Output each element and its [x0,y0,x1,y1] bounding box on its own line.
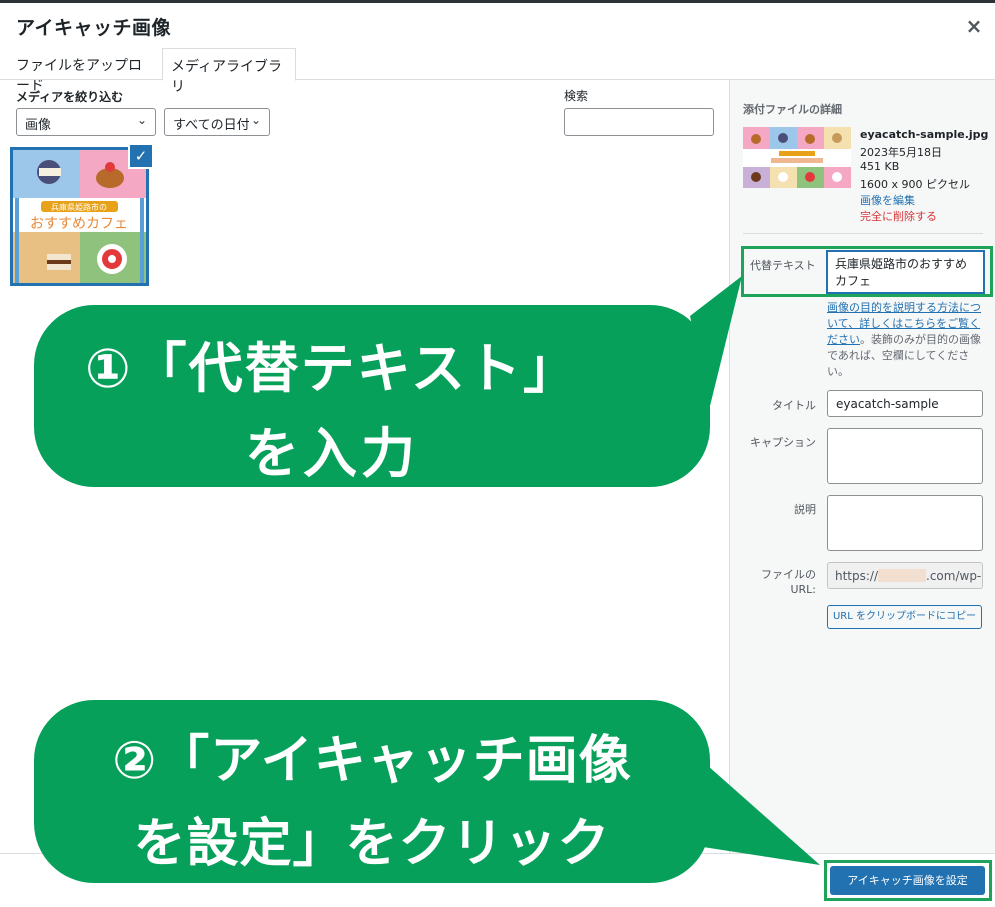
callout-2-pointer [690,750,820,865]
caption-label: キャプション [750,436,816,449]
caption-field[interactable] [827,428,983,484]
callout-1-line-2: を入力 [245,422,419,485]
media-type-value: 画像 [25,118,52,133]
description-field[interactable] [827,495,983,551]
search-input[interactable] [564,108,714,136]
top-border [0,0,995,3]
details-filename: eyacatch-sample.jpg [860,128,989,141]
alt-text-help: 画像の目的を説明する方法について、詳しくはこちらをご覧ください。装飾のみが目的の… [827,300,985,380]
date-filter-select[interactable]: すべての日付 ⌄ [164,108,270,136]
modal-title: アイキャッチ画像 [16,17,172,39]
file-url-label: ファイルの URL: [761,568,816,596]
callout-step-1: ①「代替テキスト」 を入力 [34,305,710,487]
file-url-field[interactable]: https:// .com/wp- [827,562,983,589]
thumbnail-title-text: おすすめカフェ [30,216,128,232]
redacted-domain [878,569,927,582]
eyecatch-image: 兵庫県姫路市の おすすめカフェ [13,150,146,283]
delete-permanently-link[interactable]: 完全に削除する [860,208,937,224]
alt-text-value: 兵庫県姫路市のおすすめカフェ [835,257,968,288]
copy-url-button[interactable]: URL をクリップボードにコピー [827,605,982,629]
callout-2-line-1: ②「アイキャッチ画像 [112,731,632,791]
callout-2-line-2: を設定」をクリック [133,814,611,874]
thumbnail-badge-text: 兵庫県姫路市の [51,202,107,212]
chevron-down-icon: ⌄ [136,113,147,127]
title-field[interactable]: eyacatch-sample [827,390,983,417]
title-value: eyacatch-sample [836,397,939,411]
media-type-select[interactable]: 画像 ⌄ [16,108,156,136]
date-filter-value: すべての日付 [173,118,250,133]
filter-label: メディアを絞り込む [16,90,124,104]
close-icon[interactable]: × [964,14,984,38]
edit-image-link[interactable]: 画像を編集 [860,192,915,208]
chevron-down-icon: ⌄ [250,113,261,127]
details-thumbnail [743,127,851,188]
details-filesize: 451 KB [860,160,900,173]
details-divider [743,233,983,234]
callout-1-line-1: ①「代替テキスト」 [84,337,580,400]
details-dimensions: 1600 x 900 ピクセル [860,178,970,191]
tab-media-library[interactable]: メディアライブラリ [162,48,296,95]
search-label: 検索 [564,89,589,103]
callout-step-2: ②「アイキャッチ画像 を設定」をクリック [34,700,710,883]
tab-upload[interactable]: ファイルをアップロード [8,48,160,94]
description-label: 説明 [794,503,816,516]
alt-text-field[interactable]: 兵庫県姫路市のおすすめカフェ [827,251,984,293]
file-url-prefix: https:// [835,569,879,583]
details-date: 2023年5月18日 [860,146,942,159]
title-label: タイトル [772,399,816,412]
check-icon[interactable]: ✓ [128,143,154,169]
file-url-suffix: .com/wp- [926,569,982,583]
alt-text-label: 代替テキスト [750,259,816,272]
set-featured-image-button[interactable]: アイキャッチ画像を設定 [830,866,985,895]
details-heading: 添付ファイルの詳細 [743,103,842,116]
